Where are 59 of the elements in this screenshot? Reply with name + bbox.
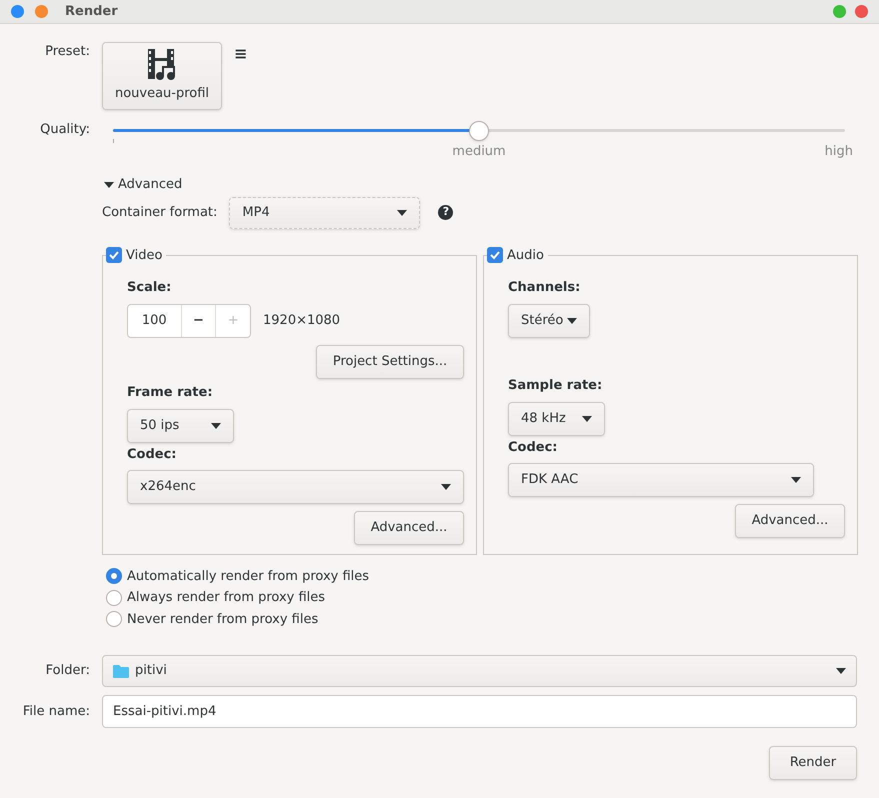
section-label: Sample rate: — [508, 377, 602, 395]
button[interactable]: Render — [769, 746, 857, 780]
menu-button[interactable]: ≡ — [234, 46, 248, 62]
folder-dropdown[interactable]: pitivi — [102, 655, 857, 687]
checkbox[interactable] — [106, 247, 122, 264]
dropdown[interactable]: Stéréo — [508, 304, 590, 338]
section-label: Codec: — [127, 446, 176, 464]
window-button[interactable] — [11, 5, 24, 18]
help-icon[interactable]: ? — [438, 205, 454, 220]
preset-button[interactable]: nouveau-profil — [102, 42, 222, 110]
section-label: Scale: — [127, 278, 172, 296]
radio-label: Automatically render from proxy files — [127, 568, 370, 586]
slider-thumb[interactable] — [469, 121, 489, 141]
film-music-icon — [146, 48, 178, 82]
radio-button[interactable] — [106, 590, 122, 606]
caret-icon — [791, 477, 801, 483]
caret-icon — [567, 318, 577, 324]
field-label: Quality: — [39, 121, 90, 139]
slider-mark-label: medium — [452, 143, 506, 161]
slider-track[interactable] — [113, 120, 845, 142]
button[interactable]: Advanced... — [735, 504, 845, 538]
dropdown[interactable]: FDK AAC — [508, 463, 814, 497]
caret-icon — [582, 416, 592, 422]
dropdown[interactable]: x264enc — [127, 470, 464, 504]
checkbox[interactable] — [487, 247, 503, 264]
caret-icon — [441, 484, 451, 490]
folder-icon — [113, 664, 129, 678]
window-button[interactable] — [855, 5, 868, 18]
caret-icon — [397, 210, 408, 216]
field-label: Folder: — [44, 662, 90, 680]
window-button[interactable] — [35, 5, 48, 18]
section-label: Codec: — [508, 438, 558, 456]
dropdown[interactable]: MP4 — [229, 196, 420, 228]
field-label: File name: — [22, 702, 90, 721]
caret-icon — [211, 422, 221, 428]
dropdown[interactable]: 48 kHz — [508, 402, 605, 436]
frame-label: Audio — [507, 246, 544, 264]
window-button[interactable] — [833, 5, 846, 18]
radio-label: Never render from proxy files — [127, 610, 318, 628]
dropdown[interactable]: 50 ips — [127, 408, 234, 442]
radio-button[interactable] — [106, 611, 122, 628]
expander[interactable]: Advanced — [104, 175, 182, 194]
field-label: Container format: — [102, 204, 218, 222]
caret-icon — [836, 668, 846, 674]
button[interactable]: Advanced... — [354, 511, 464, 545]
radio-label: Always render from proxy files — [127, 589, 326, 607]
section-label: Channels: — [508, 278, 580, 296]
spin-field[interactable]: 100 − + — [127, 304, 251, 338]
window-title: Render — [65, 2, 118, 21]
checkmark-icon — [489, 249, 501, 262]
frame-label: Video — [126, 246, 162, 264]
resolution-text: 1920×1080 — [263, 312, 340, 330]
radio-button[interactable] — [106, 568, 122, 584]
section-label: Frame rate: — [127, 384, 213, 402]
field-label: Preset: — [44, 43, 90, 61]
file-name-field[interactable]: Essai-pitivi.mp4 — [102, 695, 857, 728]
checkmark-icon — [108, 249, 120, 262]
button[interactable]: Project Settings... — [316, 345, 464, 379]
slider-mark-label: high — [824, 143, 853, 161]
